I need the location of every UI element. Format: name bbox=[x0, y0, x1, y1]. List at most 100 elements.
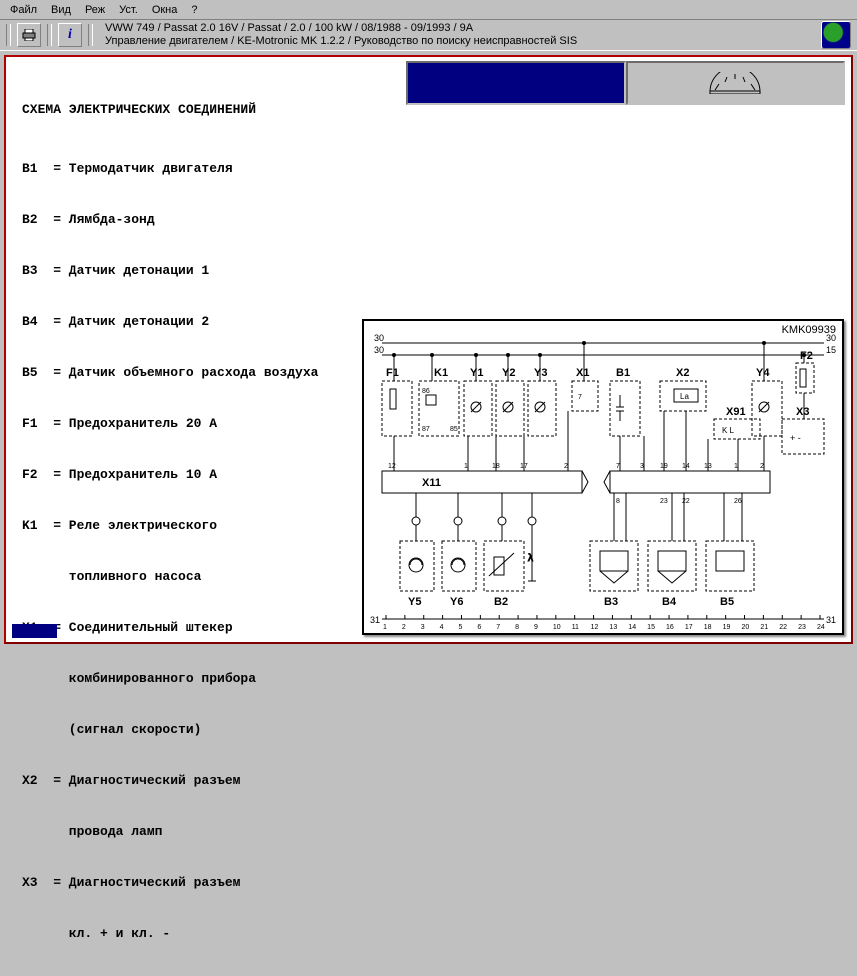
printer-icon bbox=[22, 29, 36, 41]
svg-text:B2: B2 bbox=[494, 596, 508, 608]
legend-row: F2 = Предохранитель 10 А bbox=[22, 466, 392, 483]
wiring-legend: СХЕМА ЭЛЕКТРИЧЕСКИХ СОЕДИНЕНИЙ B1 = Терм… bbox=[22, 67, 392, 976]
print-button[interactable] bbox=[17, 23, 41, 47]
menu-item[interactable]: Вид bbox=[51, 4, 71, 16]
svg-text:X11: X11 bbox=[422, 477, 441, 489]
svg-text:20: 20 bbox=[742, 624, 750, 631]
svg-text:1: 1 bbox=[734, 463, 738, 470]
svg-text:10: 10 bbox=[553, 624, 561, 631]
legend-row: B4 = Датчик детонации 2 bbox=[22, 313, 392, 330]
svg-text:Y6: Y6 bbox=[450, 596, 463, 608]
svg-text:18: 18 bbox=[704, 624, 712, 631]
menu-item[interactable]: Окна bbox=[152, 4, 178, 16]
svg-text:7: 7 bbox=[496, 624, 500, 631]
svg-text:23: 23 bbox=[660, 498, 668, 505]
svg-text:8: 8 bbox=[515, 624, 519, 631]
svg-text:La: La bbox=[680, 392, 689, 401]
svg-text:12: 12 bbox=[388, 463, 396, 470]
svg-text:Y1: Y1 bbox=[470, 367, 483, 379]
svg-text:24: 24 bbox=[817, 624, 825, 631]
svg-text:K1: K1 bbox=[434, 367, 448, 379]
svg-text:7: 7 bbox=[578, 394, 582, 401]
svg-text:5: 5 bbox=[458, 624, 462, 631]
svg-text:9: 9 bbox=[534, 624, 538, 631]
breadcrumb-topic: Управление двигателем / KE-Motronic MK 1… bbox=[105, 35, 815, 48]
svg-text:B1: B1 bbox=[616, 367, 630, 379]
legend-row: F1 = Предохранитель 20 А bbox=[22, 415, 392, 432]
svg-text:8: 8 bbox=[616, 498, 620, 505]
document-area: СХЕМА ЭЛЕКТРИЧЕСКИХ СОЕДИНЕНИЙ B1 = Терм… bbox=[4, 55, 853, 644]
legend-row: (сигнал скорости) bbox=[22, 721, 392, 738]
svg-text:Y2: Y2 bbox=[502, 367, 515, 379]
rail-label: 30 bbox=[826, 333, 836, 343]
svg-text:2: 2 bbox=[760, 463, 764, 470]
svg-text:85: 85 bbox=[450, 426, 458, 433]
menu-item[interactable]: Файл bbox=[10, 4, 37, 16]
svg-text:21: 21 bbox=[760, 624, 768, 631]
svg-text:16: 16 bbox=[666, 624, 674, 631]
svg-text:Y4: Y4 bbox=[756, 367, 770, 379]
tab-strip bbox=[406, 61, 845, 105]
svg-text:K L: K L bbox=[722, 426, 735, 435]
svg-text:22: 22 bbox=[682, 498, 690, 505]
svg-text:23: 23 bbox=[798, 624, 806, 631]
legend-title: СХЕМА ЭЛЕКТРИЧЕСКИХ СОЕДИНЕНИЙ bbox=[22, 101, 392, 118]
svg-text:Y3: Y3 bbox=[534, 367, 547, 379]
rail-label: 15 bbox=[826, 345, 836, 355]
svg-text:11: 11 bbox=[572, 624, 579, 631]
legend-row: X1 = Соединительный штекер bbox=[22, 619, 392, 636]
svg-text:15: 15 bbox=[647, 624, 655, 631]
svg-text:2: 2 bbox=[564, 463, 568, 470]
svg-text:17: 17 bbox=[685, 624, 693, 631]
legend-row: кл. + и кл. - bbox=[22, 925, 392, 942]
toolbar-separator bbox=[47, 24, 52, 46]
svg-text:X2: X2 bbox=[676, 367, 689, 379]
breadcrumb-vehicle: VWW 749 / Passat 2.0 16V / Passat / 2.0 … bbox=[105, 22, 815, 35]
info-button[interactable]: i bbox=[58, 23, 82, 47]
rail-label: 30 bbox=[374, 333, 384, 343]
svg-text:B4: B4 bbox=[662, 596, 677, 608]
svg-text:13: 13 bbox=[609, 624, 617, 631]
svg-text:3: 3 bbox=[421, 624, 425, 631]
svg-text:F2: F2 bbox=[800, 350, 813, 362]
svg-text:2: 2 bbox=[402, 624, 406, 631]
svg-text:1: 1 bbox=[464, 463, 468, 470]
svg-text:F1: F1 bbox=[386, 367, 399, 379]
app-logo-icon bbox=[821, 21, 851, 49]
svg-text:26: 26 bbox=[734, 498, 742, 505]
toolbar-separator bbox=[88, 24, 93, 46]
svg-text:X1: X1 bbox=[576, 367, 589, 379]
legend-row: топливного насоса bbox=[22, 568, 392, 585]
svg-text:12: 12 bbox=[591, 624, 599, 631]
menu-item[interactable]: ? bbox=[191, 4, 197, 16]
svg-text:1: 1 bbox=[383, 624, 387, 631]
svg-text:22: 22 bbox=[779, 624, 787, 631]
status-indicator bbox=[12, 624, 57, 638]
svg-text:31: 31 bbox=[370, 615, 380, 625]
breadcrumb: VWW 749 / Passat 2.0 16V / Passat / 2.0 … bbox=[105, 22, 815, 48]
svg-text:6: 6 bbox=[477, 624, 481, 631]
svg-text:14: 14 bbox=[628, 624, 636, 631]
svg-text:Y5: Y5 bbox=[408, 596, 421, 608]
gauge-icon bbox=[705, 72, 765, 94]
tab-gauge[interactable] bbox=[626, 61, 846, 105]
toolbar: i VWW 749 / Passat 2.0 16V / Passat / 2.… bbox=[0, 20, 857, 51]
svg-text:4: 4 bbox=[440, 624, 444, 631]
svg-text:B5: B5 bbox=[720, 596, 734, 608]
tab-active[interactable] bbox=[406, 61, 626, 105]
svg-text:87: 87 bbox=[422, 426, 430, 433]
svg-text:X3: X3 bbox=[796, 406, 809, 418]
menu-item[interactable]: Реж bbox=[85, 4, 105, 16]
menu-item[interactable]: Уст. bbox=[119, 4, 138, 16]
legend-row: B1 = Термодатчик двигателя bbox=[22, 160, 392, 177]
legend-row: B3 = Датчик детонации 1 bbox=[22, 262, 392, 279]
legend-row: K1 = Реле электрического bbox=[22, 517, 392, 534]
legend-row: провода ламп bbox=[22, 823, 392, 840]
legend-row: X2 = Диагностический разъем bbox=[22, 772, 392, 789]
svg-text:3: 3 bbox=[640, 463, 644, 470]
legend-row: B2 = Лямбда-зонд bbox=[22, 211, 392, 228]
legend-row: B5 = Датчик объемного расхода воздуха bbox=[22, 364, 392, 381]
svg-text:86: 86 bbox=[422, 388, 430, 395]
svg-text:31: 31 bbox=[826, 615, 836, 625]
toolbar-separator bbox=[6, 24, 11, 46]
